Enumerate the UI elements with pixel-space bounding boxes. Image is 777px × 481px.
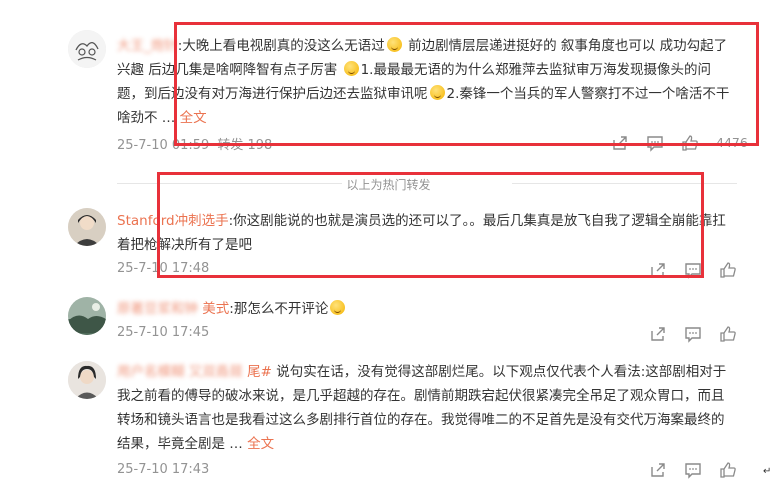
emoji-icon [386, 37, 402, 52]
like-icon[interactable] [719, 325, 737, 343]
like-icon[interactable] [681, 134, 699, 152]
username[interactable]: 大王_炮针 [117, 38, 178, 54]
section-label: 以上为热门转发 [346, 178, 431, 192]
comment-actions [0, 461, 777, 479]
comment-icon[interactable] [684, 325, 702, 343]
like-count: 4476 [716, 135, 748, 150]
like-icon[interactable] [719, 461, 737, 479]
avatar-portrait-icon [68, 361, 106, 399]
fulltext-link[interactable]: 全文 [247, 436, 274, 452]
username-suffix[interactable]: 尾# [247, 364, 272, 380]
avatar[interactable] [68, 30, 106, 68]
like-icon[interactable] [719, 261, 737, 279]
share-icon[interactable] [611, 134, 629, 152]
comment-actions [0, 325, 777, 343]
return-mark: ↵ [763, 466, 772, 477]
username[interactable]: Stanford冲刺选手 [117, 213, 229, 229]
share-icon[interactable] [649, 325, 667, 343]
comment-actions [0, 261, 777, 279]
comment-icon[interactable] [684, 261, 702, 279]
fulltext-link[interactable]: 全文 [180, 110, 207, 126]
emoji-icon [429, 85, 445, 100]
avatar[interactable] [68, 208, 106, 246]
username[interactable]: 用户名模糊 [117, 364, 185, 380]
emoji-icon [343, 61, 359, 76]
comment-text: Stanford冲刺选手:你这剧能说的也就是演员选的还可以了。。最后几集真是放飞… [117, 213, 726, 253]
comment-actions: 4476 [0, 134, 777, 152]
comment-icon[interactable] [684, 461, 702, 479]
comment-icon[interactable] [646, 134, 664, 152]
username-suffix[interactable]: 美式 [202, 301, 229, 317]
comment-text: 用户名模糊 又双叒叕 尾# 说句实在话，没有觉得这部剧烂尾。以下观点仅代表个人看… [117, 364, 727, 452]
avatar-sketch-icon [68, 30, 106, 68]
emoji-icon [330, 300, 346, 315]
username[interactable]: 原著豆浆和钟 [117, 301, 198, 317]
avatar-person-icon [68, 208, 106, 246]
comment-text: 原著豆浆和钟 美式:那怎么不开评论 [117, 297, 737, 321]
username[interactable]: 又双叒叕 [189, 364, 243, 380]
share-icon[interactable] [649, 461, 667, 479]
share-icon[interactable] [649, 261, 667, 279]
comment-text: 大王_炮针:大晚上看电视剧真的没这么无语过 前边剧情层层递进挺好的 叙事角度也可… [117, 37, 730, 126]
avatar[interactable] [68, 361, 106, 399]
